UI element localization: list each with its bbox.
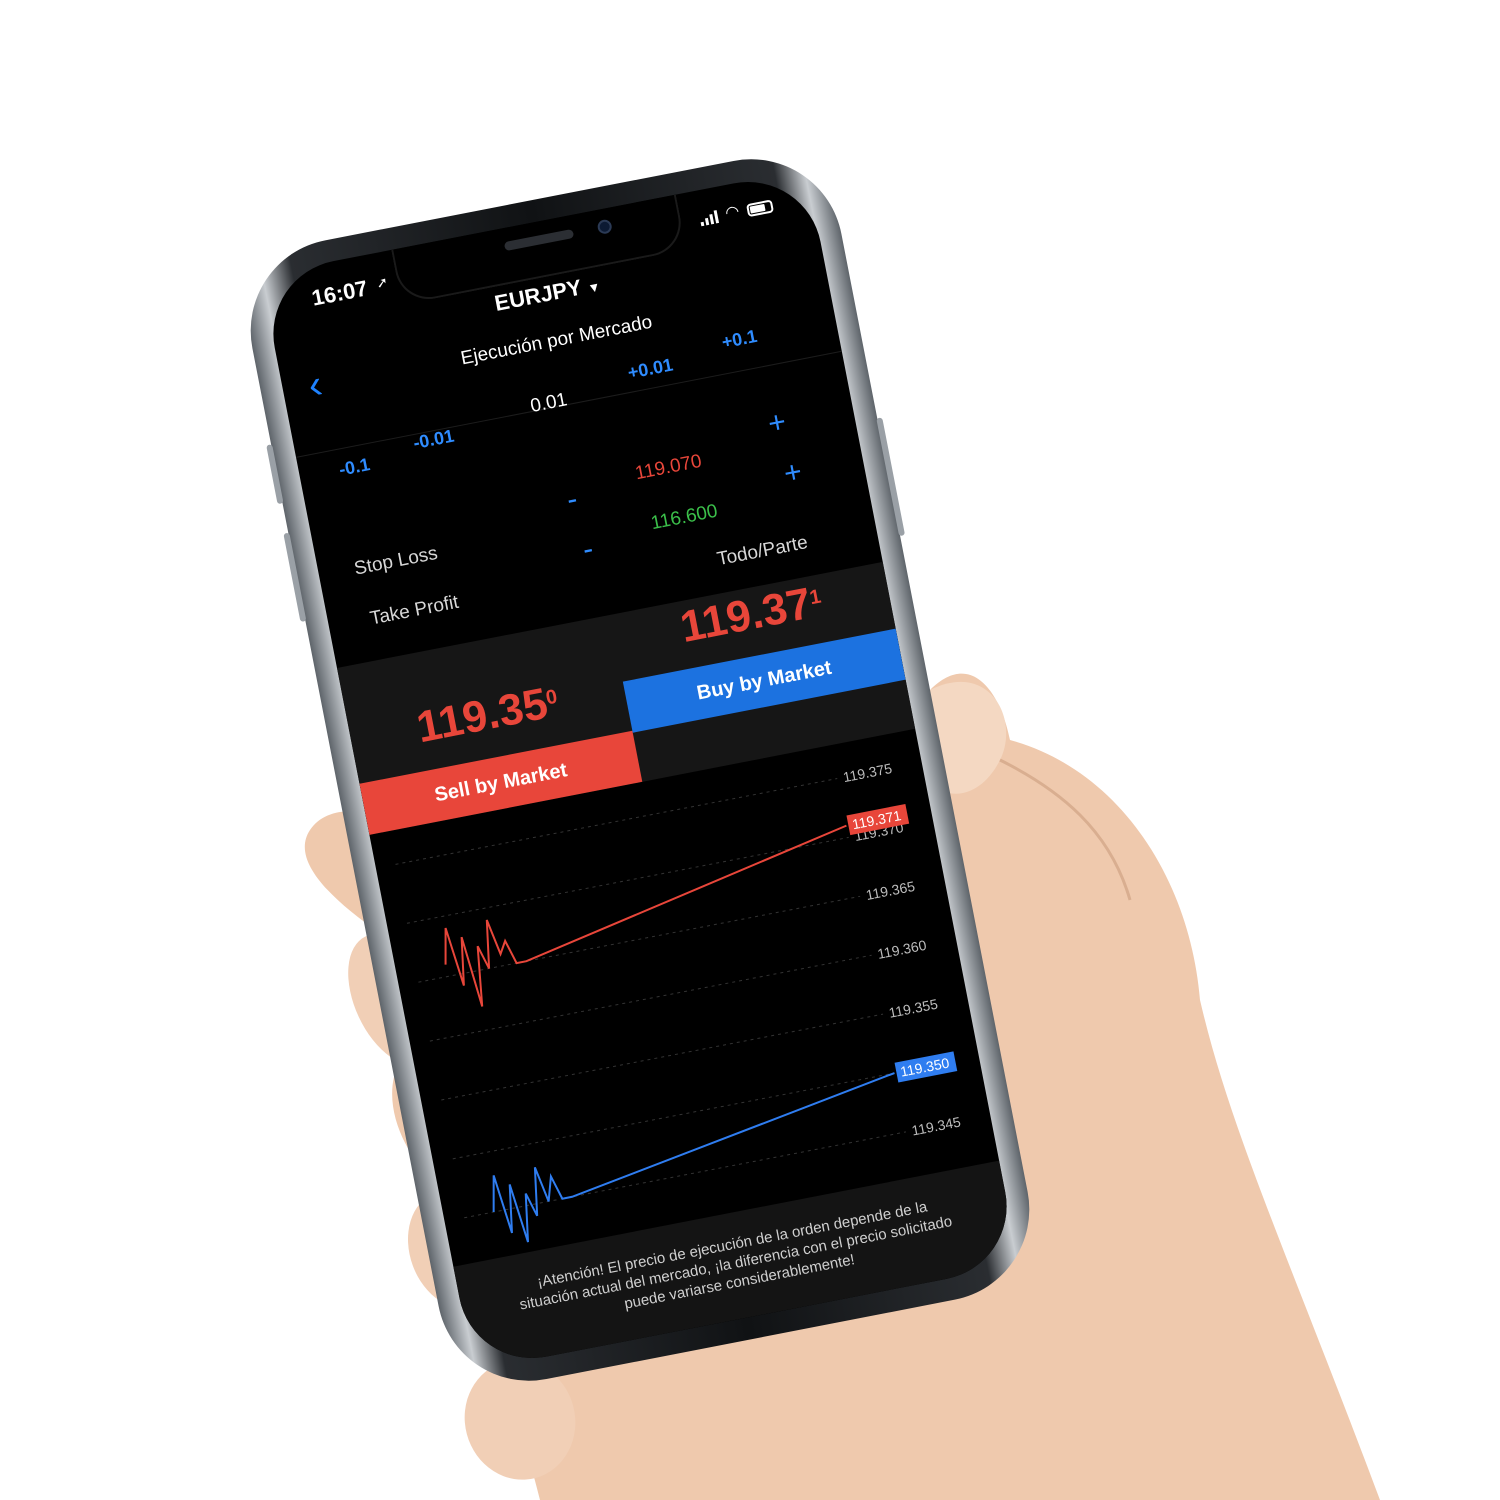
speaker (503, 228, 575, 252)
y-tick-label: 119.360 (876, 937, 928, 962)
volume-input[interactable]: 0.01 (529, 389, 570, 418)
y-tick-label: 119.345 (910, 1113, 962, 1138)
grid-line (452, 1072, 895, 1160)
signal-icon (699, 209, 720, 227)
dropdown-triangle-icon: ▼ (586, 278, 602, 296)
execution-value: Todo/Parte (715, 532, 810, 571)
location-icon: ➚ (374, 273, 390, 292)
grid-line (441, 1013, 884, 1101)
grid-line (406, 836, 849, 924)
y-tick-label: 119.355 (887, 996, 939, 1021)
stop-loss-plus-button[interactable]: + (765, 405, 789, 441)
grid-line (429, 954, 872, 1042)
ask-price-main: 119.37 (676, 578, 816, 653)
status-time: 16:07 (309, 275, 370, 311)
volume-minus-large-button[interactable]: -0.1 (337, 454, 371, 481)
take-profit-plus-button[interactable]: + (781, 455, 805, 491)
volume-plus-large-button[interactable]: +0.1 (720, 326, 759, 353)
photo-stage: 16:07 ➚ ◠ EURJPY ▼ ‹ Ejecución por Mercad… (0, 0, 1500, 1500)
battery-icon (745, 198, 774, 217)
status-icons: ◠ (699, 198, 774, 227)
volume-plus-small-button[interactable]: +0.01 (626, 354, 675, 383)
ask-series-line (444, 824, 847, 1007)
camera (596, 218, 613, 235)
wifi-icon: ◠ (723, 202, 741, 223)
volume-minus-small-button[interactable]: -0.01 (412, 426, 456, 454)
grid-line (418, 895, 861, 983)
bid-price-main: 119.35 (412, 678, 552, 753)
y-tick-label: 119.375 (842, 760, 894, 785)
y-tick-label: 119.365 (865, 878, 917, 903)
